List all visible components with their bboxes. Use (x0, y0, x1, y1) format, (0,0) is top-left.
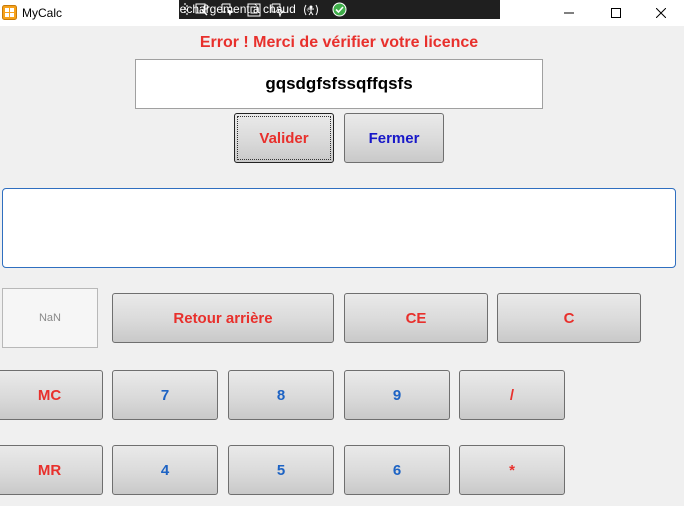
window-title: MyCalc (22, 6, 63, 20)
close-button[interactable]: Fermer (344, 113, 444, 163)
clear-button[interactable]: C (497, 293, 641, 343)
digit-9-button[interactable]: 9 (344, 370, 450, 420)
minimize-icon (564, 12, 574, 14)
license-key-input[interactable] (135, 59, 543, 109)
maximize-button[interactable] (593, 0, 639, 26)
calculator-display[interactable] (2, 188, 676, 268)
collapse-toolbar-chevron-icon[interactable]: ‹ (306, 2, 310, 16)
close-icon (656, 8, 666, 18)
clear-entry-button[interactable]: CE (344, 293, 488, 343)
digit-5-button[interactable]: 5 (228, 445, 334, 495)
memory-recall-button[interactable]: MR (0, 445, 103, 495)
digit-8-button[interactable]: 8 (228, 370, 334, 420)
close-window-button[interactable] (638, 0, 684, 26)
digit-6-button[interactable]: 6 (344, 445, 450, 495)
minimize-button[interactable] (546, 0, 592, 26)
hot-reload-label: Rechargement à chaud (171, 2, 296, 16)
app-icon (2, 5, 17, 20)
multiply-button[interactable]: * (459, 445, 565, 495)
memory-clear-button[interactable]: MC (0, 370, 103, 420)
digit-4-button[interactable]: 4 (112, 445, 218, 495)
license-error-message: Error ! Merci de vérifier votre licence (199, 34, 479, 51)
validate-button[interactable]: Valider (234, 113, 334, 163)
hot-reload-status-icon (331, 2, 347, 17)
accessibility-checker-icon[interactable] (300, 2, 322, 17)
digit-7-button[interactable]: 7 (112, 370, 218, 420)
backspace-button[interactable]: Retour arrière (112, 293, 334, 343)
divide-button[interactable]: / (459, 370, 565, 420)
memory-display: NaN (2, 288, 98, 348)
maximize-icon (611, 8, 621, 18)
